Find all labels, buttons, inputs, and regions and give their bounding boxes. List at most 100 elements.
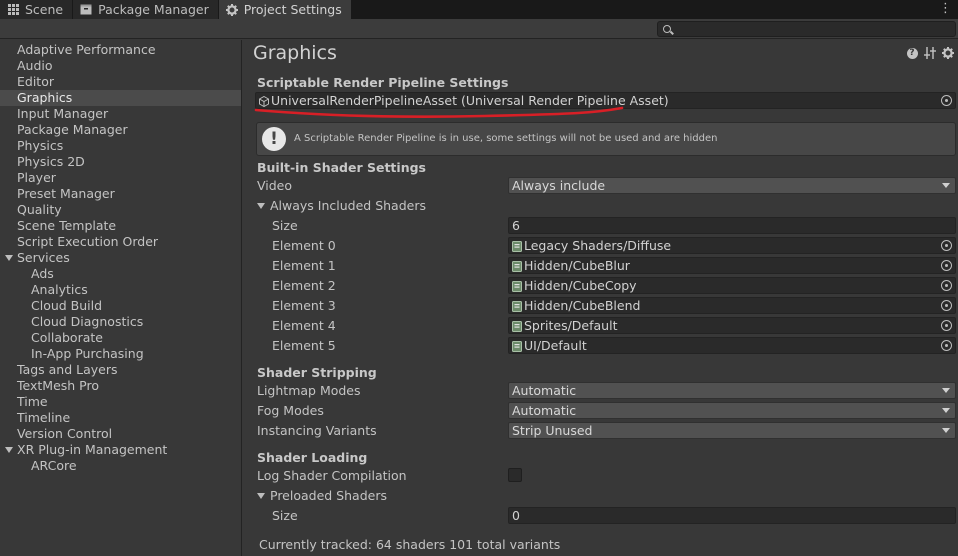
video-dropdown[interactable]: Always include [508, 177, 956, 194]
object-picker-icon[interactable] [941, 320, 952, 331]
object-picker-icon[interactable] [941, 240, 952, 251]
sidebar-item-scene-template[interactable]: Scene Template [0, 218, 241, 234]
shader-object-field[interactable]: UI/Default [508, 337, 956, 354]
stripping-dropdown[interactable]: Automatic [508, 402, 956, 419]
sidebar-item-textmesh-pro[interactable]: TextMesh Pro [0, 378, 241, 394]
tab-project-settings[interactable]: Project Settings [218, 0, 352, 19]
sidebar-item-adaptive-performance[interactable]: Adaptive Performance [0, 42, 241, 58]
sidebar-item-physics-2d[interactable]: Physics 2D [0, 154, 241, 170]
object-picker-icon[interactable] [941, 260, 952, 271]
sidebar-item-audio[interactable]: Audio [0, 58, 241, 74]
sidebar-item-xr-plug-in-management[interactable]: XR Plug-in Management [0, 442, 241, 458]
shader-object-field[interactable]: Legacy Shaders/Diffuse [508, 237, 956, 254]
sidebar-item-services[interactable]: Services [0, 250, 241, 266]
tracked-shaders-status: Currently tracked: 64 shaders 101 total … [259, 537, 561, 552]
sidebar-item-quality[interactable]: Quality [0, 202, 241, 218]
sidebar-item-physics[interactable]: Physics [0, 138, 241, 154]
tab-package-manager[interactable]: Package Manager [73, 0, 219, 19]
foldout-triangle-icon [257, 492, 265, 499]
sidebar-item-tags-and-layers[interactable]: Tags and Layers [0, 362, 241, 378]
sidebar-item-in-app-purchasing[interactable]: In-App Purchasing [0, 346, 241, 362]
sidebar-item-time[interactable]: Time [0, 394, 241, 410]
preloaded-shaders-foldout[interactable]: Preloaded Shaders [257, 488, 387, 504]
tab-label: Scene [25, 2, 64, 17]
dropdown-value: Automatic [512, 383, 577, 398]
shader-object-field[interactable]: Hidden/CubeCopy [508, 277, 956, 294]
tab-scene[interactable]: Scene [0, 0, 74, 19]
sidebar-item-player[interactable]: Player [0, 170, 241, 186]
shader-object-field[interactable]: Hidden/CubeBlend [508, 297, 956, 314]
chevron-down-icon [942, 388, 950, 393]
object-picker-icon[interactable] [941, 280, 952, 291]
tab-bar: Scene Package Manager Project Settings ⋮ [0, 0, 958, 19]
chevron-down-icon [942, 408, 950, 413]
sidebar-item-graphics[interactable]: Graphics [0, 90, 241, 106]
preloaded-shaders-label: Preloaded Shaders [270, 488, 387, 503]
tab-label: Project Settings [243, 2, 342, 17]
srp-section-header: Scriptable Render Pipeline Settings [257, 75, 509, 90]
sidebar-item-analytics[interactable]: Analytics [0, 282, 241, 298]
sidebar-item-label: Timeline [17, 410, 71, 425]
sidebar-item-package-manager[interactable]: Package Manager [0, 122, 241, 138]
shader-icon [512, 320, 522, 332]
kebab-menu-icon[interactable]: ⋮ [939, 1, 952, 17]
toolbar [0, 19, 958, 39]
sidebar-item-version-control[interactable]: Version Control [0, 426, 241, 442]
sidebar-item-collaborate[interactable]: Collaborate [0, 330, 241, 346]
sidebar-item-label: Physics [17, 138, 64, 153]
size-field[interactable]: 6 [508, 217, 956, 234]
shader-object-field[interactable]: Hidden/CubeBlur [508, 257, 956, 274]
sidebar-item-editor[interactable]: Editor [0, 74, 241, 90]
sidebar-item-label: Input Manager [17, 106, 109, 121]
search-input[interactable] [676, 22, 946, 36]
dropdown-value: Strip Unused [512, 423, 593, 438]
foldout-triangle-icon[interactable] [5, 447, 13, 453]
package-icon [79, 4, 93, 16]
info-helpbox: ! A Scriptable Render Pipeline is in use… [256, 122, 956, 156]
sidebar-item-script-execution-order[interactable]: Script Execution Order [0, 234, 241, 250]
sidebar-item-ads[interactable]: Ads [0, 266, 241, 282]
sidebar-item-label: Analytics [31, 282, 88, 297]
preloaded-size-field[interactable]: 0 [508, 507, 956, 524]
shader-object-field[interactable]: Sprites/Default [508, 317, 956, 334]
sidebar-item-label: Player [17, 170, 56, 185]
sidebar-item-cloud-build[interactable]: Cloud Build [0, 298, 241, 314]
sidebar-item-label: Cloud Diagnostics [31, 314, 144, 329]
search-box[interactable] [657, 21, 956, 37]
sidebar-item-input-manager[interactable]: Input Manager [0, 106, 241, 122]
log-shader-checkbox[interactable] [508, 468, 522, 482]
object-picker-icon[interactable] [941, 300, 952, 311]
sidebar-item-label: Editor [17, 74, 54, 89]
sidebar-item-cloud-diagnostics[interactable]: Cloud Diagnostics [0, 314, 241, 330]
sidebar-item-label: Tags and Layers [17, 362, 118, 377]
sidebar-item-label: Collaborate [31, 330, 103, 345]
sidebar-item-label: Cloud Build [31, 298, 103, 313]
stripping-dropdown[interactable]: Automatic [508, 382, 956, 399]
chevron-down-icon [942, 428, 950, 433]
sidebar-item-label: Ads [31, 266, 54, 281]
sidebar-item-label: Adaptive Performance [17, 42, 156, 57]
settings-gear-icon[interactable] [942, 47, 954, 59]
sidebar-item-label: Time [17, 394, 48, 409]
help-icon[interactable]: ? [906, 47, 918, 59]
shader-icon [512, 260, 522, 272]
dropdown-value: Automatic [512, 403, 577, 418]
sidebar-item-label: Preset Manager [17, 186, 115, 201]
element-label: Element 1 [272, 258, 336, 273]
sidebar-item-label: Package Manager [17, 122, 128, 137]
sidebar-item-preset-manager[interactable]: Preset Manager [0, 186, 241, 202]
stripping-dropdown[interactable]: Strip Unused [508, 422, 956, 439]
always-included-foldout[interactable]: Always Included Shaders [257, 198, 426, 214]
stripping-row-label: Instancing Variants [257, 423, 377, 438]
helpbox-text: A Scriptable Render Pipeline is in use, … [294, 133, 718, 144]
sidebar-item-timeline[interactable]: Timeline [0, 410, 241, 426]
object-picker-icon[interactable] [941, 340, 952, 351]
stripping-section-header: Shader Stripping [257, 365, 377, 380]
tab-label: Package Manager [98, 2, 209, 17]
object-picker-icon[interactable] [941, 95, 952, 106]
sidebar-item-label: XR Plug-in Management [17, 442, 168, 457]
presets-icon[interactable] [924, 47, 936, 59]
preloaded-size-value: 0 [512, 508, 520, 523]
foldout-triangle-icon[interactable] [5, 255, 13, 261]
sidebar-item-arcore[interactable]: ARCore [0, 458, 241, 474]
